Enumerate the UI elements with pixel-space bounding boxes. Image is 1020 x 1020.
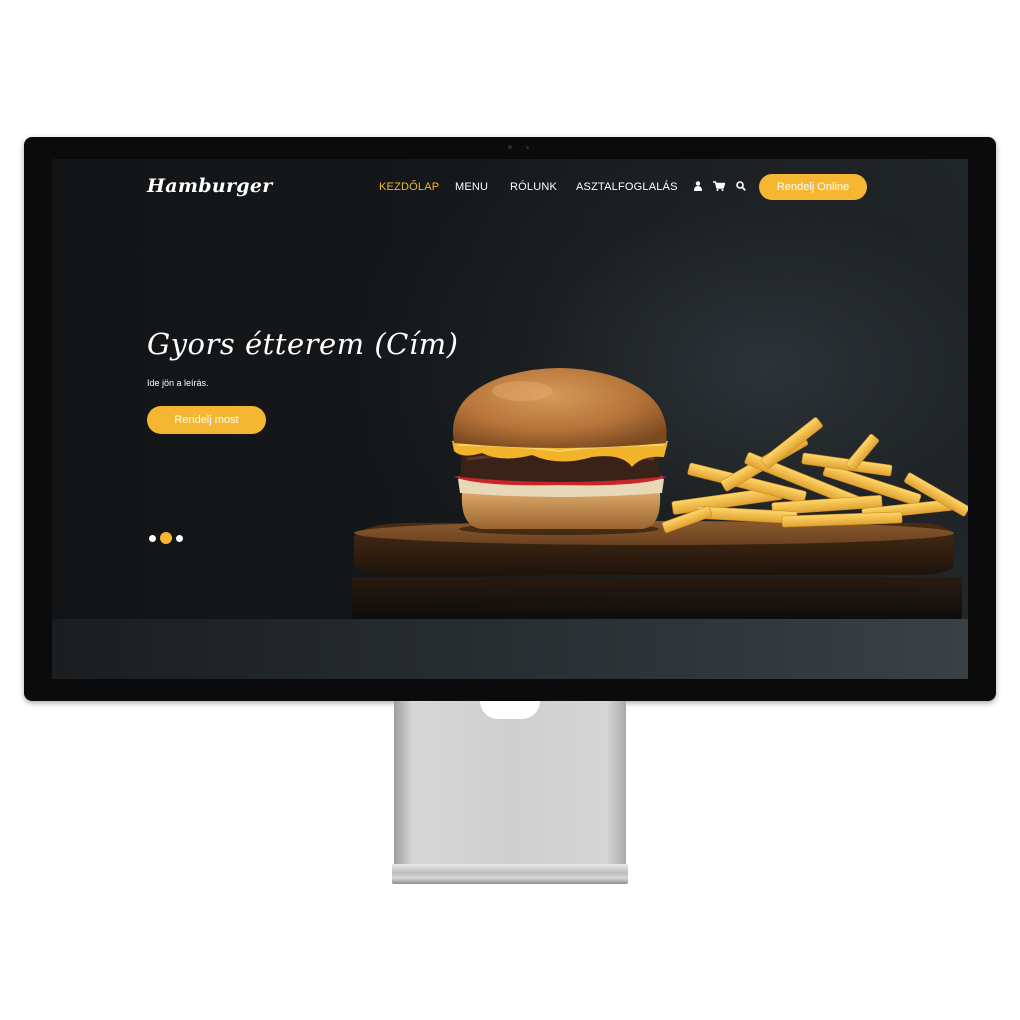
user-icon[interactable]	[694, 181, 702, 194]
top-navbar: Hamburger KEZDŐLAP MENU RÓLUNK ASZTALFOG…	[52, 159, 968, 215]
nav-link-rolunk[interactable]: RÓLUNK	[510, 181, 557, 193]
slider-dots	[149, 532, 183, 544]
slide-dot-1[interactable]	[149, 534, 156, 542]
nav-link-asztalfoglalas[interactable]: ASZTALFOGLALÁS	[576, 181, 678, 193]
stand-cutout	[480, 701, 540, 719]
nav-link-kezdolap[interactable]: KEZDŐLAP	[379, 181, 439, 193]
nav-link-menu[interactable]: MENU	[455, 181, 488, 193]
burger-and-fries-image	[352, 368, 968, 619]
hero-description: Ide jön a leírás.	[147, 378, 209, 388]
camera-sensor	[526, 146, 529, 149]
monitor-frame: Hamburger KEZDŐLAP MENU RÓLUNK ASZTALFOG…	[24, 137, 996, 701]
site-logo[interactable]: Hamburger	[147, 175, 273, 197]
hero-title: Gyors étterem (Cím)	[147, 327, 459, 361]
search-icon[interactable]	[736, 181, 746, 194]
camera-dot	[508, 145, 512, 149]
monitor-stand	[394, 701, 626, 871]
slide-dot-3[interactable]	[176, 534, 183, 542]
screen-bottom-band	[52, 619, 968, 679]
website-screen: Hamburger KEZDŐLAP MENU RÓLUNK ASZTALFOG…	[52, 159, 968, 679]
order-now-button[interactable]: Rendelj most	[147, 406, 266, 434]
cart-icon[interactable]	[713, 181, 726, 194]
stand-base	[392, 864, 628, 884]
order-online-button[interactable]: Rendelj Online	[759, 174, 867, 200]
slide-dot-2-active[interactable]	[160, 532, 172, 544]
